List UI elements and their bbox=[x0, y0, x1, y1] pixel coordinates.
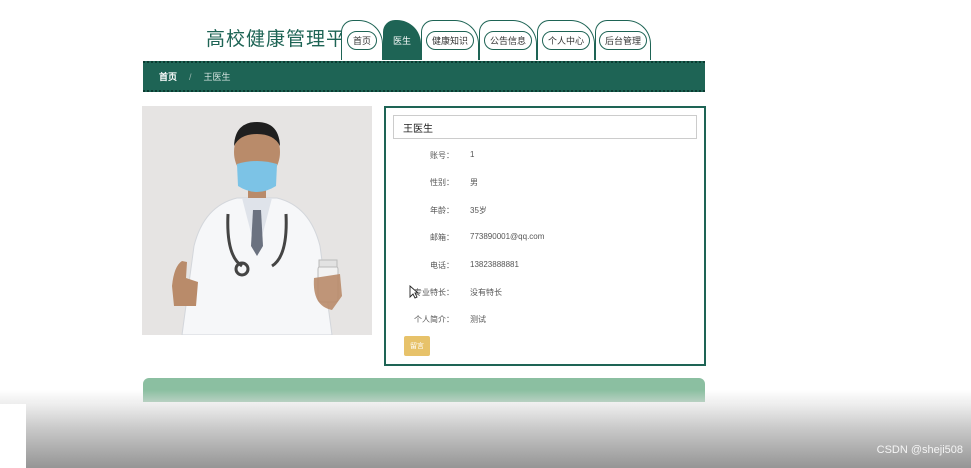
info-value: 13823888881 bbox=[470, 260, 519, 269]
nav-tab-announcements[interactable]: 公告信息 bbox=[479, 20, 537, 60]
info-row-phone: 电话： 13823888881 bbox=[386, 258, 704, 272]
nav-tab-admin[interactable]: 后台管理 bbox=[595, 20, 651, 60]
nav-tab-doctor[interactable]: 医生 bbox=[383, 20, 421, 60]
nav-tab-label: 医生 bbox=[392, 36, 411, 46]
info-label: 性别： bbox=[430, 178, 454, 187]
breadcrumb-separator: / bbox=[189, 71, 192, 82]
nav-tab-health-knowledge[interactable]: 健康知识 bbox=[421, 20, 479, 60]
info-label: 账号： bbox=[430, 151, 454, 160]
info-value: 测试 bbox=[470, 315, 486, 324]
info-row-gender: 性别： 男 bbox=[386, 175, 704, 189]
info-row-age: 年龄： 35岁 bbox=[386, 203, 704, 217]
nav-tab-label: 个人中心 bbox=[541, 31, 590, 50]
info-label: 电话： bbox=[430, 261, 454, 270]
info-row-account: 账号： 1 bbox=[386, 148, 704, 162]
breadcrumb-current: 王医生 bbox=[203, 72, 231, 82]
screen-shadow bbox=[26, 402, 971, 468]
info-label: 邮箱： bbox=[430, 233, 454, 242]
watermark: CSDN @sheji508 bbox=[876, 444, 963, 456]
nav-tab-label: 首页 bbox=[346, 31, 377, 50]
info-label: 个人简介： bbox=[414, 315, 454, 324]
breadcrumb: 首页 / 王医生 bbox=[143, 61, 705, 92]
info-row-specialty: 专业特长： 没有特长 bbox=[386, 285, 704, 299]
doctor-photo bbox=[142, 106, 372, 335]
info-value: 男 bbox=[470, 178, 478, 187]
info-label: 年龄： bbox=[430, 206, 454, 215]
info-value: 773890001@qq.com bbox=[470, 232, 545, 241]
info-value: 35岁 bbox=[470, 206, 487, 215]
nav-tab-label: 后台管理 bbox=[598, 31, 647, 50]
info-label: 专业特长： bbox=[414, 288, 454, 297]
info-value: 没有特长 bbox=[470, 288, 502, 297]
leave-message-button[interactable]: 留言 bbox=[404, 336, 430, 356]
doctor-illustration bbox=[142, 106, 372, 335]
info-value: 1 bbox=[470, 150, 475, 159]
info-row-bio: 个人简介： 测试 bbox=[386, 312, 704, 326]
breadcrumb-home[interactable]: 首页 bbox=[159, 70, 177, 83]
nav-tab-home[interactable]: 首页 bbox=[341, 20, 383, 60]
nav-tab-personal-center[interactable]: 个人中心 bbox=[537, 20, 595, 60]
doctor-name-title: 王医生 bbox=[393, 115, 697, 139]
nav-tab-label: 健康知识 bbox=[425, 31, 474, 50]
doctor-info-card: 王医生 账号： 1 性别： 男 年龄： 35岁 邮箱： 773890001@qq… bbox=[384, 106, 706, 366]
mouse-cursor-icon bbox=[409, 285, 419, 299]
info-row-email: 邮箱： 773890001@qq.com bbox=[386, 230, 704, 244]
nav-tab-label: 公告信息 bbox=[483, 31, 532, 50]
